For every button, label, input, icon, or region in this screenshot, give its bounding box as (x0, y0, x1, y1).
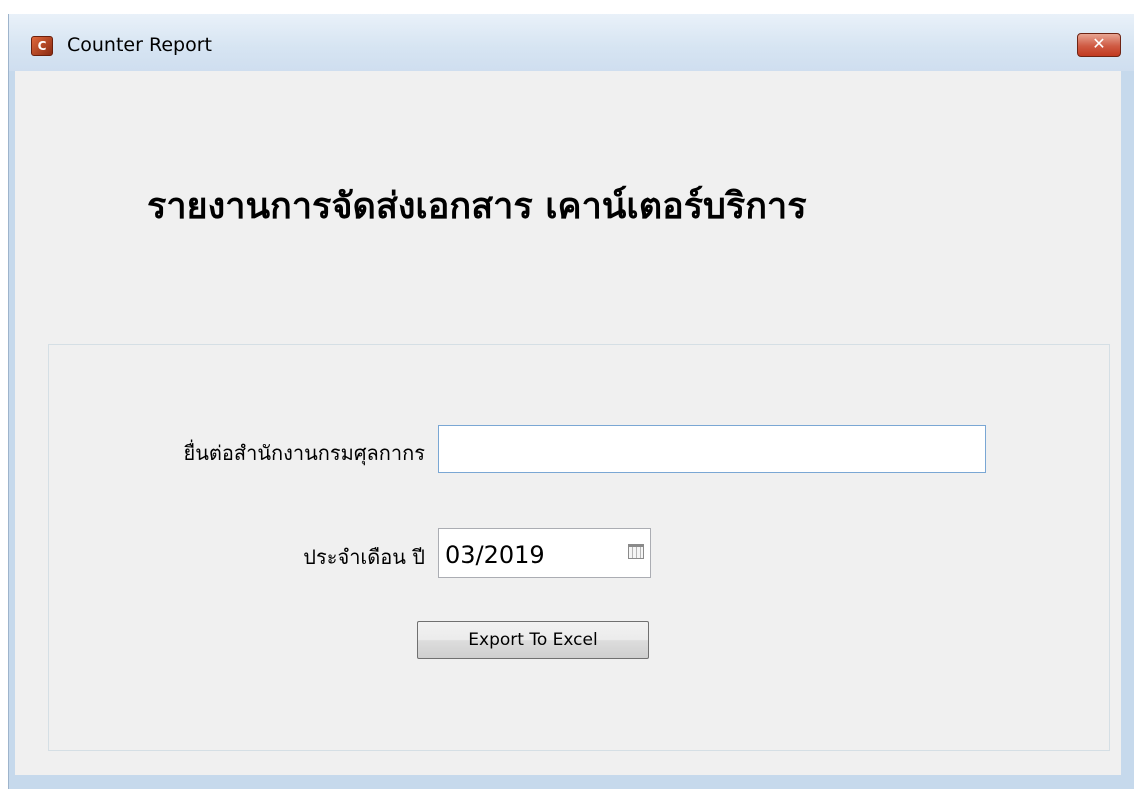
title-bar[interactable]: C Counter Report ✕ (9, 14, 1134, 71)
form-client-area: รายงานการจัดส่งเอกสาร เคาน์เตอร์บริการ ย… (15, 71, 1121, 775)
close-button[interactable]: ✕ (1077, 33, 1121, 57)
export-to-excel-button[interactable]: Export To Excel (417, 621, 649, 659)
office-input[interactable] (438, 425, 986, 473)
report-heading: รายงานการจัดส่งเอกสาร เคาน์เตอร์บริการ (147, 186, 807, 227)
office-label: ยื่นต่อสำนักงานกรมศุลกากร (183, 441, 425, 465)
app-logo-icon: C (31, 36, 53, 56)
close-icon: ✕ (1092, 34, 1106, 53)
month-year-picker[interactable]: 03/2019 (438, 528, 651, 578)
month-year-value[interactable]: 03/2019 (445, 541, 545, 569)
report-window: C Counter Report ✕ รายงานการจัดส่งเอกสาร… (8, 14, 1134, 789)
calendar-icon[interactable] (628, 544, 644, 559)
window-title: Counter Report (67, 34, 212, 56)
month-year-label: ประจำเดือน ปี (303, 545, 425, 569)
